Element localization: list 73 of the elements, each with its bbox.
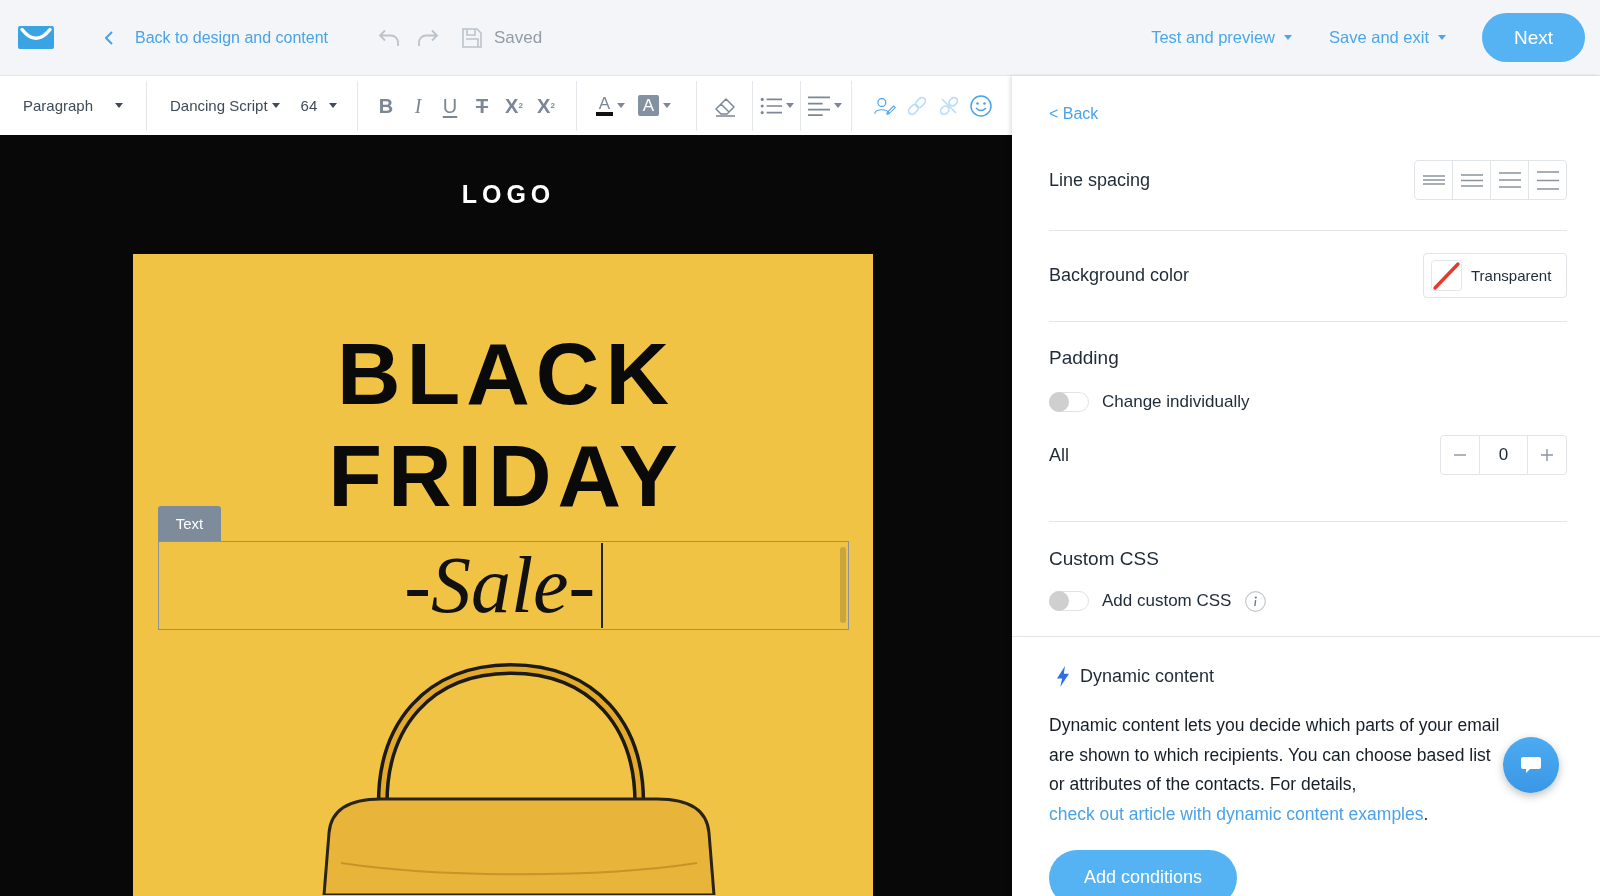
highlight-color-button[interactable]: A bbox=[638, 89, 671, 122]
no-color-swatch-icon bbox=[1431, 260, 1462, 291]
back-link[interactable]: Back to design and content bbox=[105, 28, 329, 47]
plus-icon bbox=[1541, 449, 1553, 461]
minus-icon bbox=[1454, 454, 1466, 456]
bold-button[interactable]: B bbox=[371, 89, 401, 122]
scrollbar-thumb[interactable] bbox=[840, 547, 846, 623]
block-format-dropdown[interactable]: Paragraph bbox=[23, 89, 123, 122]
back-link[interactable]: < Back bbox=[1049, 104, 1099, 124]
increment-button[interactable] bbox=[1527, 435, 1567, 475]
number-field[interactable]: 0 bbox=[1480, 435, 1528, 475]
caret-icon bbox=[1438, 35, 1446, 40]
underline-button[interactable]: U bbox=[435, 89, 465, 122]
lines-icon bbox=[1498, 172, 1521, 188]
save-icon bbox=[462, 27, 483, 48]
lines-icon bbox=[1422, 175, 1445, 185]
line-spacing-button[interactable] bbox=[1490, 160, 1529, 200]
line-spacing-button[interactable] bbox=[1452, 160, 1491, 200]
redo-icon bbox=[417, 28, 440, 47]
info-icon[interactable] bbox=[1245, 590, 1267, 612]
italic-button[interactable]: I bbox=[403, 89, 433, 122]
line-spacing-button[interactable] bbox=[1528, 160, 1567, 200]
line-spacing-button[interactable] bbox=[1414, 160, 1453, 200]
lines-icon bbox=[1460, 173, 1483, 187]
headline-text: BLACK bbox=[336, 342, 675, 406]
background-color-label: Background color bbox=[1049, 265, 1190, 286]
caret-icon bbox=[115, 103, 123, 108]
toggle-label: Change individually bbox=[1102, 392, 1250, 412]
link-icon bbox=[906, 94, 928, 117]
toggle-switch[interactable] bbox=[1049, 591, 1089, 611]
strikethrough-button[interactable]: T bbox=[467, 89, 497, 122]
smiley-icon bbox=[970, 94, 992, 117]
dropdown-menu-button[interactable]: Save and exit bbox=[1329, 28, 1446, 47]
superscript-button[interactable]: X$^{2}$ bbox=[531, 89, 561, 122]
line-spacing-label: Line spacing bbox=[1049, 169, 1151, 191]
headline-text: FRIDAY bbox=[327, 444, 684, 508]
block-text: -Sale- bbox=[404, 542, 596, 629]
undo-icon bbox=[378, 28, 401, 47]
caret-icon bbox=[834, 103, 842, 108]
save-status: Saved bbox=[494, 27, 543, 48]
add-conditions-button[interactable]: Add conditions bbox=[1049, 849, 1237, 896]
unlink-icon bbox=[938, 94, 960, 117]
font-size-dropdown[interactable]: 64 bbox=[300, 89, 338, 122]
caret-icon bbox=[1284, 35, 1292, 40]
align-left-icon bbox=[808, 94, 830, 117]
caret-icon bbox=[663, 103, 671, 108]
dropdown-menu-button[interactable]: Test and preview bbox=[1151, 28, 1292, 47]
caret-icon bbox=[271, 103, 280, 108]
caret-icon bbox=[329, 103, 338, 108]
section-title: Padding bbox=[1049, 346, 1119, 370]
block-type-tag: Text bbox=[158, 506, 221, 541]
toggle-switch[interactable] bbox=[1049, 392, 1089, 412]
lightning-icon bbox=[1056, 665, 1070, 687]
highlight-letter: A bbox=[638, 95, 659, 116]
all-sides-label: All bbox=[1049, 444, 1069, 466]
decrement-button[interactable] bbox=[1440, 435, 1480, 475]
chat-bubble-icon bbox=[1521, 756, 1541, 774]
background-color-button[interactable]: Transparent bbox=[1423, 253, 1567, 298]
next-button[interactable]: Next bbox=[1482, 13, 1585, 62]
section-title: Custom CSS bbox=[1049, 547, 1159, 571]
selected-text-block[interactable]: -Sale- bbox=[158, 541, 849, 630]
toggle-label: Add custom CSS bbox=[1102, 591, 1232, 611]
section-title: Dynamic content bbox=[1080, 665, 1215, 687]
dynamic-content-description: Dynamic content lets you decide which parts of your email are shown to which recipients. You can choose based list or attributes of the contacts. For details, check out article with dynamic content examples. bbox=[1049, 714, 1501, 827]
text-color-button[interactable]: A bbox=[596, 89, 625, 122]
logo-icon[interactable] bbox=[18, 26, 54, 49]
caret-icon bbox=[786, 103, 794, 108]
chevron-left-icon bbox=[105, 30, 113, 45]
caret-icon bbox=[617, 103, 625, 108]
font-family-dropdown[interactable]: Dancing Script bbox=[170, 89, 280, 122]
examples-link[interactable]: check out article with dynamic content examples bbox=[1049, 804, 1424, 825]
lines-icon bbox=[1536, 170, 1559, 190]
logo-text: LOGO bbox=[460, 180, 556, 209]
